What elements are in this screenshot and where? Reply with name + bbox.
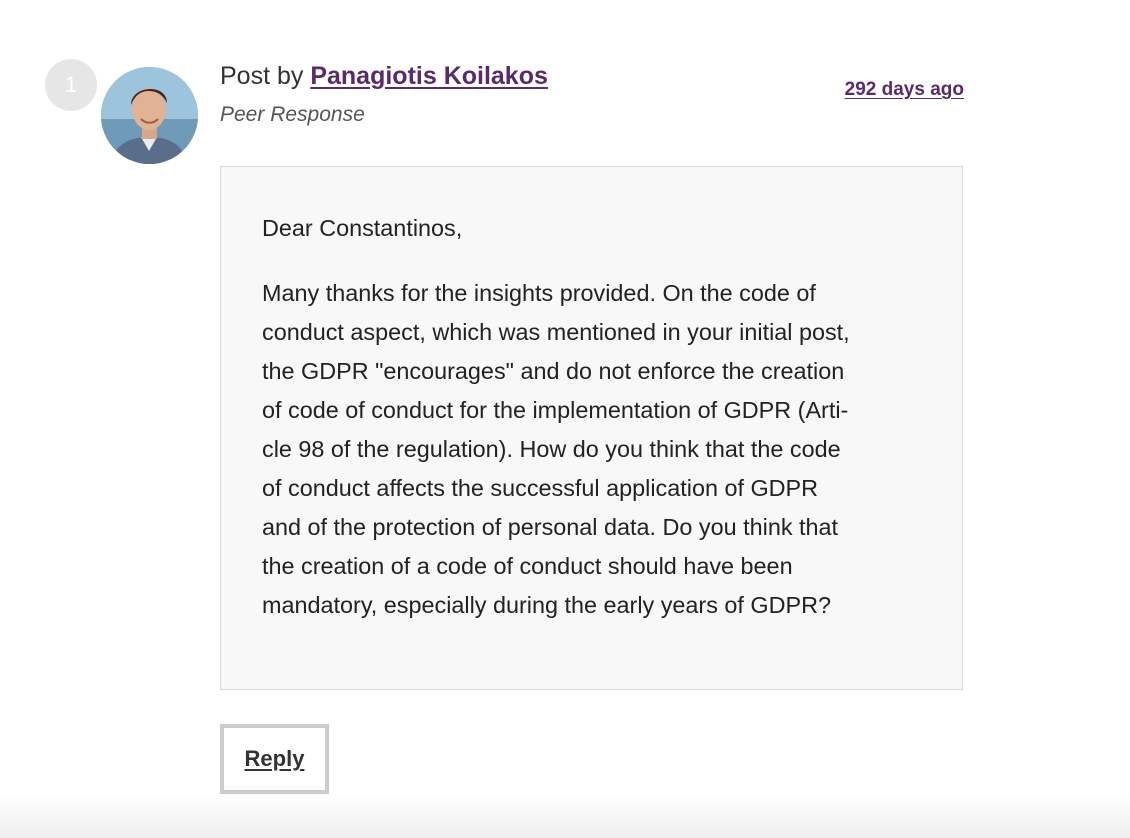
author-avatar[interactable] bbox=[101, 67, 198, 164]
post-body: Dear Constantinos, Many thanks for the i… bbox=[220, 166, 963, 690]
body-line: Many thanks for the insights provided. O… bbox=[262, 280, 816, 306]
post-by-label: Post by bbox=[220, 62, 304, 90]
post-header: Post by Panagiotis Koilakos bbox=[220, 62, 548, 91]
avatar-photo-icon bbox=[101, 67, 198, 164]
body-line: of conduct affects the successful applic… bbox=[262, 475, 819, 501]
body-line: the GDPR "encourages" and do not enforce… bbox=[262, 358, 845, 384]
reply-button[interactable]: Reply bbox=[220, 724, 329, 794]
post-body-paragraph: Many thanks for the insights provided. O… bbox=[262, 274, 922, 625]
body-line: conduct aspect, which was mentioned in y… bbox=[262, 319, 850, 345]
forum-post-page: 1 Post by Panagiotis Koilakos Peer Respo… bbox=[0, 0, 1130, 838]
body-line: the creation of a code of conduct should… bbox=[262, 553, 793, 579]
body-line: mandatory, especially during the early y… bbox=[262, 592, 832, 618]
body-line: and of the protection of personal data. … bbox=[262, 514, 839, 540]
bottom-fade bbox=[0, 794, 1130, 838]
body-line: of code of conduct for the implementatio… bbox=[262, 397, 849, 423]
response-type-label: Peer Response bbox=[220, 103, 365, 126]
post-greeting: Dear Constantinos, bbox=[262, 215, 463, 241]
author-link[interactable]: Panagiotis Koilakos bbox=[310, 62, 548, 90]
post-number-badge: 1 bbox=[45, 59, 97, 111]
body-line: cle 98 of the regulation). How do you th… bbox=[262, 436, 841, 462]
post-timestamp-link[interactable]: 292 days ago bbox=[845, 79, 964, 101]
